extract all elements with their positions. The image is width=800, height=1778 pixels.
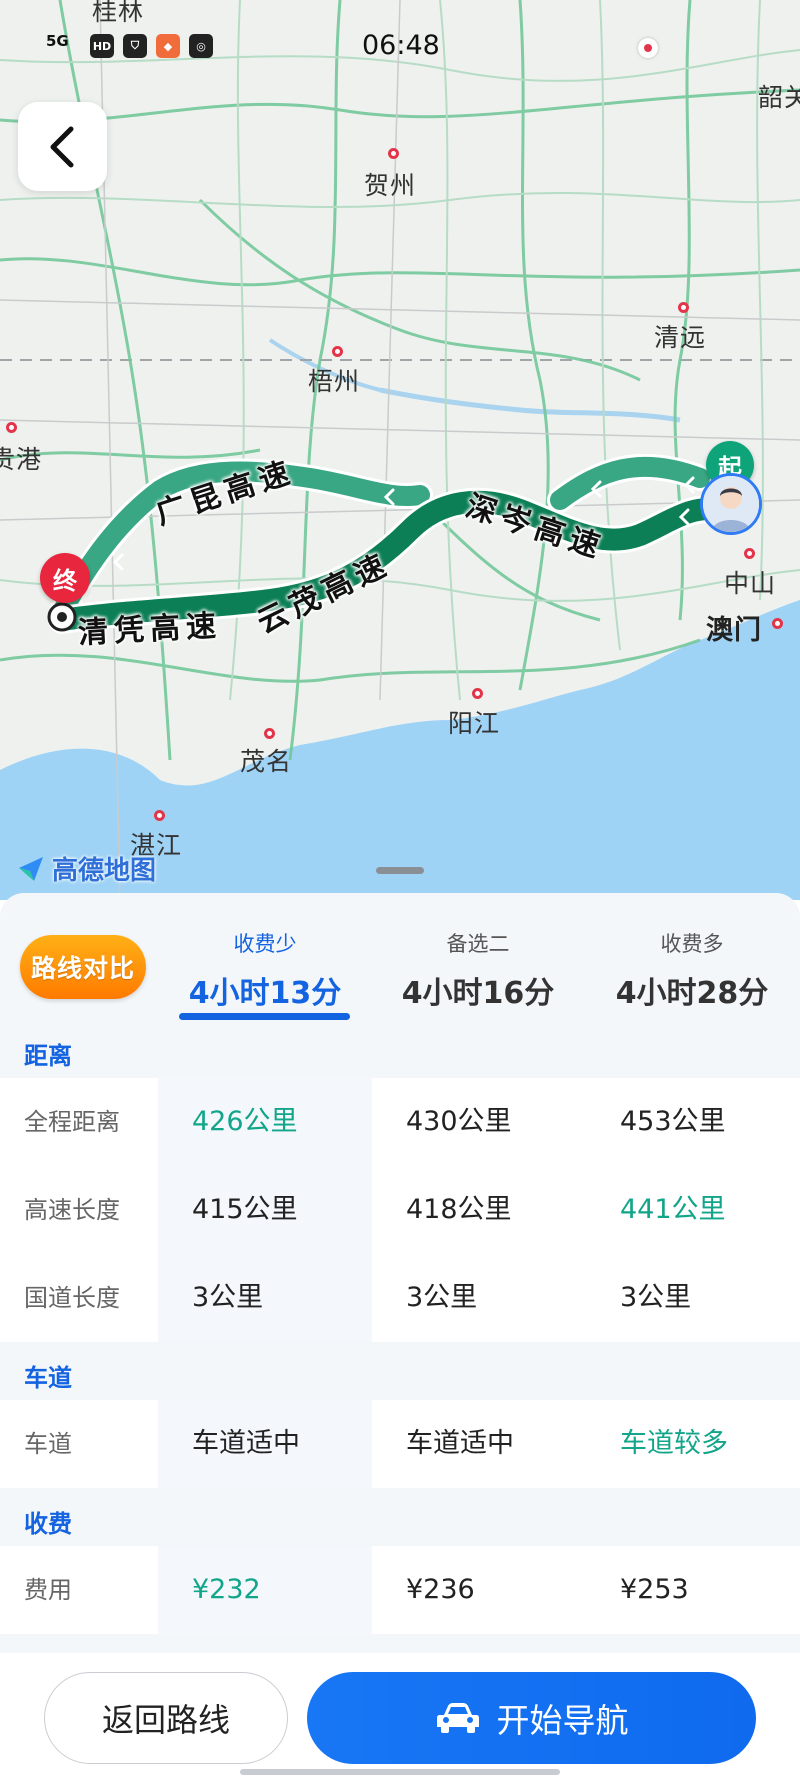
ai-icon: ◎: [189, 34, 213, 58]
row-value: ¥236: [406, 1574, 475, 1605]
route-tab-duration: 4小时13分: [188, 976, 342, 1011]
row-value: 车道适中: [406, 1428, 514, 1459]
table-row: 费用 ¥232 ¥236 ¥253: [0, 1546, 800, 1634]
amap-logo: 高德地图: [16, 850, 156, 887]
route-tab-3[interactable]: 收费多 4小时28分: [592, 928, 792, 1012]
city-label: 韶关: [758, 83, 800, 112]
city-label: 阳江: [448, 709, 501, 738]
row-value: 441公里: [620, 1194, 726, 1225]
route-tab-tag: 收费少: [233, 932, 297, 956]
network-indicator: 5G: [46, 32, 69, 50]
status-bar: 5G HD ⛉ ◆ ◎ 06:48: [0, 22, 800, 68]
route-tab-duration: 4小时16分: [401, 976, 555, 1011]
city-dot: [388, 148, 399, 159]
row-label: 高速长度: [24, 1196, 120, 1224]
recording-dot-icon: [638, 38, 658, 58]
city-dot: [264, 728, 275, 739]
city-label: 澳门: [706, 615, 762, 646]
row-value: 3公里: [192, 1282, 264, 1313]
city-dot: [772, 618, 783, 629]
map-base: [0, 0, 800, 900]
section-title-distance: 距离: [24, 1042, 72, 1070]
row-value: ¥253: [620, 1574, 689, 1605]
table-row: 全程距离 426公里 430公里 453公里: [0, 1078, 800, 1166]
section-title-toll: 收费: [24, 1510, 72, 1538]
row-value: 426公里: [192, 1106, 298, 1137]
city-label: 梧州: [308, 367, 361, 396]
start-navigation-button[interactable]: 开始导航: [307, 1672, 756, 1764]
city-dot: [678, 302, 689, 313]
route-tab-1[interactable]: 收费少 4小时13分: [165, 928, 365, 1012]
hd-icon: HD: [90, 34, 114, 58]
shield-icon: ⛉: [123, 34, 147, 58]
app-icon: ◆: [156, 34, 180, 58]
route-map[interactable]: 桂林 贺州 韶关 清远 梧州 贵港 中山 澳门 阳江 茂名 湛江 广昆高速 深岑…: [0, 0, 800, 900]
row-value: 车道适中: [192, 1428, 300, 1459]
row-label: 全程距离: [24, 1108, 120, 1136]
car-icon: [436, 1703, 479, 1733]
row-value: 453公里: [620, 1106, 726, 1137]
route-tab-tag: 备选二: [446, 932, 510, 956]
row-value: 415公里: [192, 1194, 298, 1225]
road-label: 清凭高速: [77, 608, 223, 651]
city-dot: [472, 688, 483, 699]
city-dot: [332, 346, 343, 357]
row-value: 3公里: [406, 1282, 478, 1313]
table-row: 国道长度 3公里 3公里 3公里: [0, 1254, 800, 1342]
route-compare-badge: 路线对比: [20, 935, 146, 999]
city-dot: [154, 810, 165, 821]
city-label: 贺州: [364, 171, 417, 200]
route-tab-tag: 收费多: [660, 932, 724, 956]
route-tab-2[interactable]: 备选二 4小时16分: [378, 928, 578, 1012]
city-label: 茂名: [240, 747, 293, 776]
row-value: 418公里: [406, 1194, 512, 1225]
route-tab-duration: 4小时28分: [615, 976, 769, 1011]
route-compare-badge-label: 路线对比: [30, 954, 135, 983]
user-avatar: [700, 473, 762, 535]
row-value: ¥232: [192, 1574, 261, 1605]
table-row: 高速长度 415公里 418公里 441公里: [0, 1166, 800, 1254]
home-indicator[interactable]: [240, 1769, 560, 1775]
row-value: 430公里: [406, 1106, 512, 1137]
active-tab-indicator: [179, 1013, 350, 1020]
row-label: 车道: [24, 1430, 72, 1458]
amap-logo-text: 高德地图: [52, 856, 157, 886]
status-time: 06:48: [362, 30, 440, 61]
drag-handle[interactable]: [376, 867, 424, 874]
return-route-button[interactable]: 返回路线: [44, 1672, 288, 1764]
back-button[interactable]: [18, 102, 107, 191]
section-title-lanes: 车道: [24, 1364, 72, 1392]
city-label: 贵港: [0, 445, 43, 474]
city-label: 清远: [654, 323, 707, 352]
city-label: 中山: [724, 569, 777, 598]
row-label: 国道长度: [24, 1284, 120, 1312]
city-dot: [744, 548, 755, 559]
row-value: 3公里: [620, 1282, 692, 1313]
start-navigation-label: 开始导航: [496, 1701, 629, 1740]
row-label: 费用: [24, 1576, 72, 1604]
city-dot: [6, 422, 17, 433]
amap-logo-icon: [19, 856, 43, 881]
end-marker: 终: [40, 553, 90, 603]
row-value: 车道较多: [620, 1428, 728, 1459]
chevron-left-icon: [50, 126, 73, 167]
table-row: 车道 车道适中 车道适中 车道较多: [0, 1400, 800, 1488]
